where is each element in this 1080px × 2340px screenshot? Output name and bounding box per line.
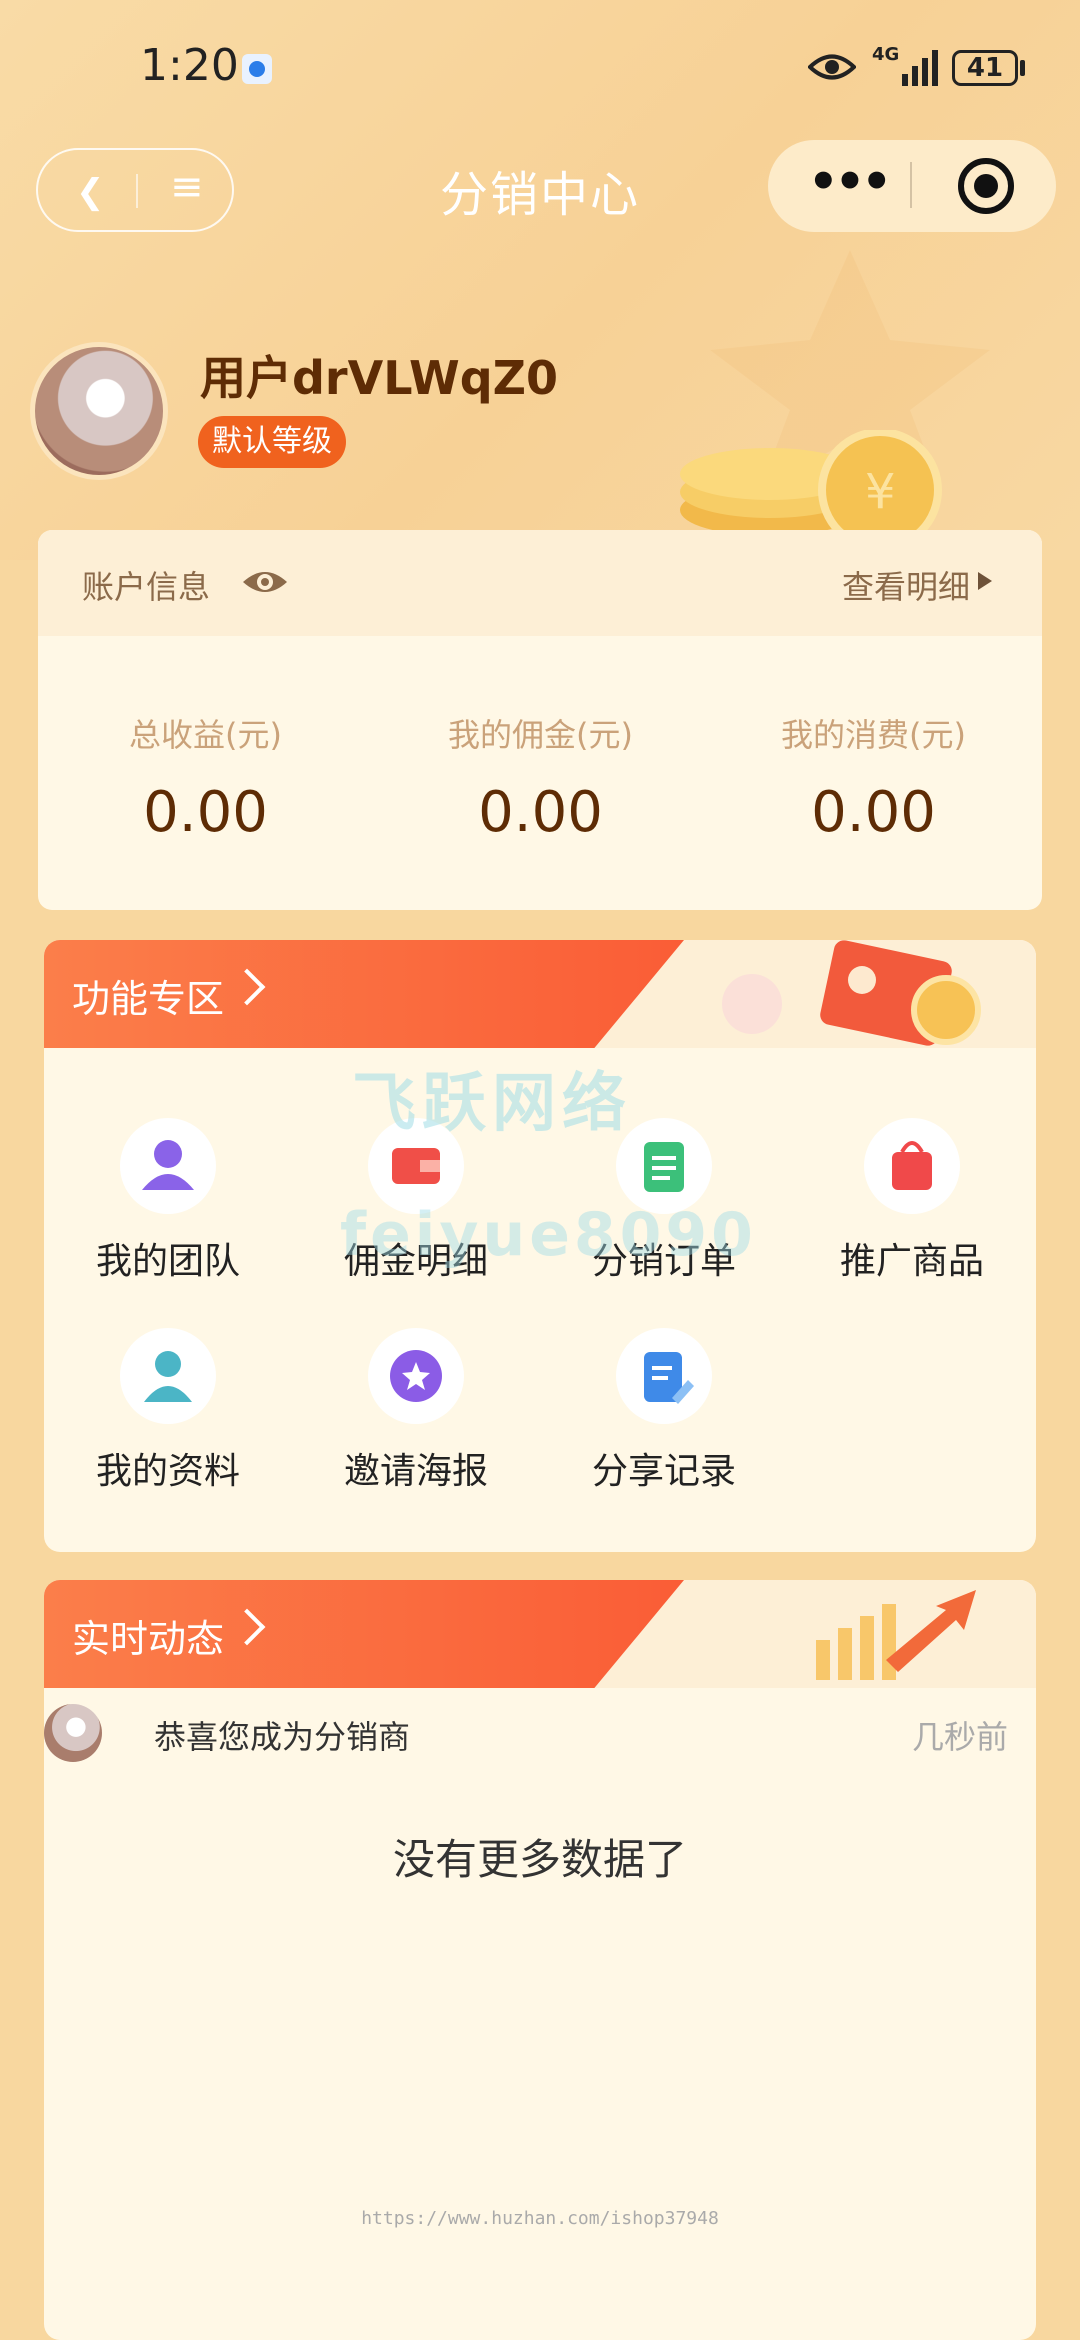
watermark-text-2: feiyue8090 — [340, 1200, 757, 1270]
eye-toggle-icon[interactable] — [240, 560, 290, 604]
feature-label: 分享记录 — [591, 1451, 736, 1492]
feed-item-time: 几秒前 — [911, 1718, 1008, 1756]
feature-share-records[interactable]: 分享记录 — [540, 1328, 788, 1494]
feed-avatar — [44, 1704, 102, 1762]
star-badge-icon — [368, 1328, 464, 1424]
stat-commission[interactable]: 我的佣金(元) 0.00 — [373, 710, 708, 845]
stat-value: 0.00 — [478, 780, 603, 845]
divider — [910, 162, 912, 208]
username: 用户drVLWqZ0 — [200, 351, 558, 405]
more-dots-icon[interactable]: ••• — [808, 154, 892, 210]
watermark-text: 飞跃网络 — [352, 1067, 632, 1141]
document-edit-icon — [616, 1328, 712, 1424]
stat-value: 0.00 — [811, 780, 936, 845]
feature-invite-poster[interactable]: 邀请海报 — [292, 1328, 540, 1494]
view-detail-link[interactable]: 查看明细 — [842, 562, 970, 608]
shopping-bag-icon — [864, 1118, 960, 1214]
footer-url: https://www.huzhan.com/ishop37948 — [361, 2208, 719, 2229]
miniapp-capsule: ••• — [768, 140, 1056, 232]
realtime-title: 实时动态 — [72, 1617, 225, 1661]
avatar[interactable] — [30, 342, 168, 480]
feature-label: 推广商品 — [839, 1241, 984, 1282]
feature-label: 我的团队 — [95, 1241, 240, 1282]
team-icon — [120, 1118, 216, 1214]
battery-icon: 41 — [952, 50, 1018, 86]
stat-total-earnings[interactable]: 总收益(元) 0.00 — [38, 710, 373, 845]
signal-icon — [902, 50, 938, 86]
user-profile-icon — [120, 1328, 216, 1424]
feature-my-team[interactable]: 我的团队 — [44, 1118, 292, 1284]
features-title: 功能专区 — [72, 977, 225, 1021]
feature-my-profile[interactable]: 我的资料 — [44, 1328, 292, 1494]
chart-illustration — [816, 1590, 976, 1680]
verified-icon — [242, 54, 272, 84]
features-header[interactable]: 功能专区 — [44, 940, 1036, 1048]
eye-comfort-icon — [808, 54, 856, 80]
svg-text:¥: ¥ — [865, 464, 896, 520]
clock: 1:20 — [140, 40, 239, 91]
feed-item-text: 恭喜您成为分销商 — [154, 1718, 411, 1756]
stat-label: 总收益(元) — [129, 716, 282, 754]
feature-label: 邀请海报 — [343, 1451, 488, 1492]
battery-tip — [1020, 60, 1025, 76]
feature-promote-products[interactable]: 推广商品 — [788, 1118, 1036, 1284]
status-bar: 1:20 4G 41 — [0, 0, 1080, 140]
target-icon[interactable] — [958, 158, 1014, 214]
network-label: 4G — [872, 44, 900, 65]
account-title: 账户信息 — [82, 568, 211, 606]
triangle-right-icon — [978, 572, 992, 590]
no-more-data: 没有更多数据了 — [392, 1835, 687, 1884]
stat-label: 我的佣金(元) — [448, 716, 633, 754]
stat-label: 我的消费(元) — [781, 716, 966, 754]
coins-illustration: ¥ — [680, 430, 942, 540]
level-badge: 默认等级 — [198, 416, 346, 468]
stat-consumption[interactable]: 我的消费(元) 0.00 — [706, 710, 1041, 845]
account-card: 账户信息 查看明细 总收益(元) 0.00 我的佣金(元) 0.00 我的消费(… — [38, 530, 1042, 910]
feature-label: 我的资料 — [95, 1451, 240, 1492]
account-card-header: 账户信息 查看明细 — [38, 530, 1042, 636]
red-envelope-illustration — [722, 940, 981, 1046]
stat-value: 0.00 — [143, 780, 268, 845]
realtime-header[interactable]: 实时动态 — [44, 1580, 1036, 1688]
